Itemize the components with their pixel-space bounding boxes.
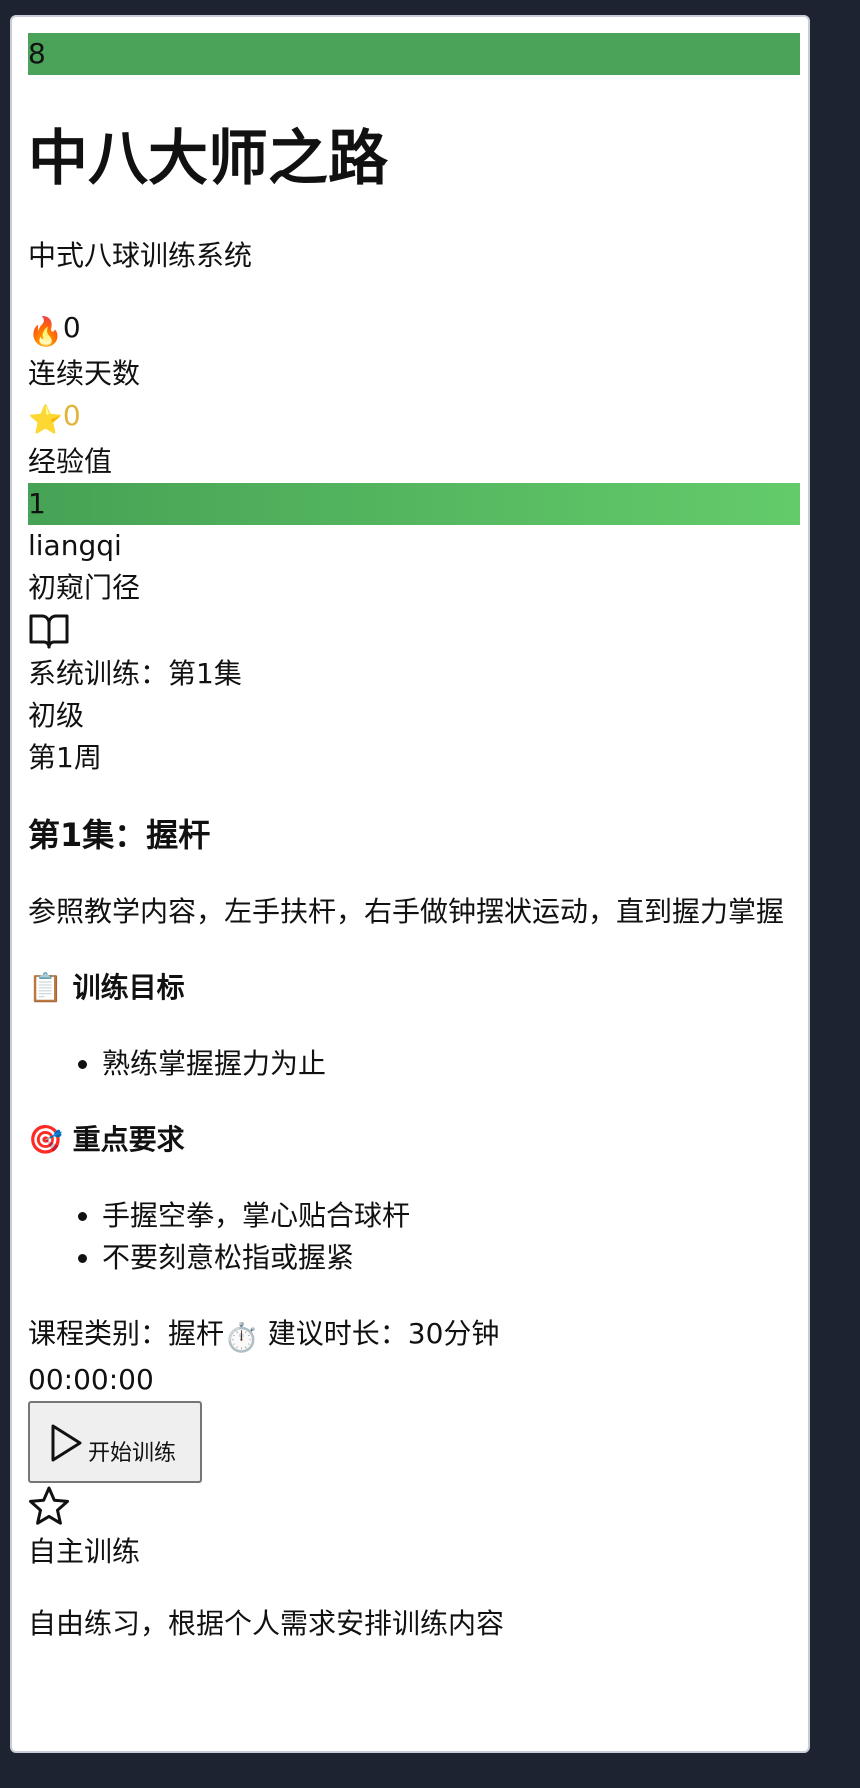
lesson-description: 参照教学内容，左手扶杆，右手做钟摆状运动，直到握力掌握 [28,895,785,928]
lesson-week: 第1周 [28,741,102,774]
app-title: 中八大师之路 [28,124,388,194]
goals-heading-text: 训练目标 [72,971,185,1004]
streak-value: 0 [62,311,81,344]
main-card: 8 中八大师之路 中式八球训练系统 🔥0 连续天数 ⭐0 经验值 1 liang… [10,15,810,1753]
card-content: 8 中八大师之路 中式八球训练系统 🔥0 连续天数 ⭐0 经验值 1 liang… [28,33,800,1645]
course-meta: 课程类别：握杆⏱️ 建议时长：30分钟 [28,1313,800,1359]
clipboard-icon: 📋 [28,971,63,1004]
goal-item: 熟练掌握握力为止 [102,1043,800,1085]
suggested-duration: 建议时长：30分钟 [267,1317,500,1350]
goals-list: 熟练掌握握力为止 [28,1043,800,1085]
stats-section: 🔥0 连续天数 ⭐0 经验值 [28,307,800,483]
streak-label: 连续天数 [28,357,141,390]
free-training-description: 自由练习，根据个人需求安排训练内容 [28,1607,505,1640]
top-progress-bar: 8 [28,33,800,75]
xp-label: 经验值 [28,445,113,478]
username: liangqi [28,529,122,562]
fire-icon: 🔥 [28,315,63,348]
lesson-title: 第1集：握杆 [28,816,211,854]
free-training-title: 自主训练 [28,1535,141,1568]
start-training-button[interactable]: 开始训练 [28,1401,202,1483]
requirements-heading: 🎯 重点要求 [28,1119,800,1161]
requirements-list: 手握空拳，掌心贴合球杆 不要刻意松指或握紧 [28,1195,800,1279]
timer-display: 00:00:00 [28,1363,154,1396]
target-icon: 🎯 [28,1123,63,1156]
stopwatch-icon: ⏱️ [224,1321,259,1354]
start-training-label: 开始训练 [88,1441,177,1466]
app-subtitle: 中式八球训练系统 [28,239,253,272]
lesson-series: 系统训练：第1集 [28,657,242,690]
requirement-item: 不要刻意松指或握紧 [102,1237,800,1279]
star-icon [29,1486,69,1525]
rank-title: 初窥门径 [28,571,141,604]
streak-stat: 🔥0 [28,307,800,353]
xp-stat: ⭐0 [28,395,800,441]
level-value: 1 [28,487,46,520]
lesson-icon-row [28,609,800,651]
free-training-icon-row [28,1485,800,1527]
play-icon [51,1424,82,1462]
star-emoji-icon: ⭐ [28,403,63,436]
requirements-heading-text: 重点要求 [72,1123,185,1156]
goals-heading: 📋 训练目标 [28,967,800,1009]
course-category: 课程类别：握杆 [28,1317,225,1350]
requirement-item: 手握空拳，掌心贴合球杆 [102,1195,800,1237]
book-open-icon [29,614,69,649]
top-bar-value: 8 [28,37,46,70]
lesson-difficulty: 初级 [28,699,85,732]
level-bar: 1 [28,483,800,525]
xp-value: 0 [62,399,81,432]
